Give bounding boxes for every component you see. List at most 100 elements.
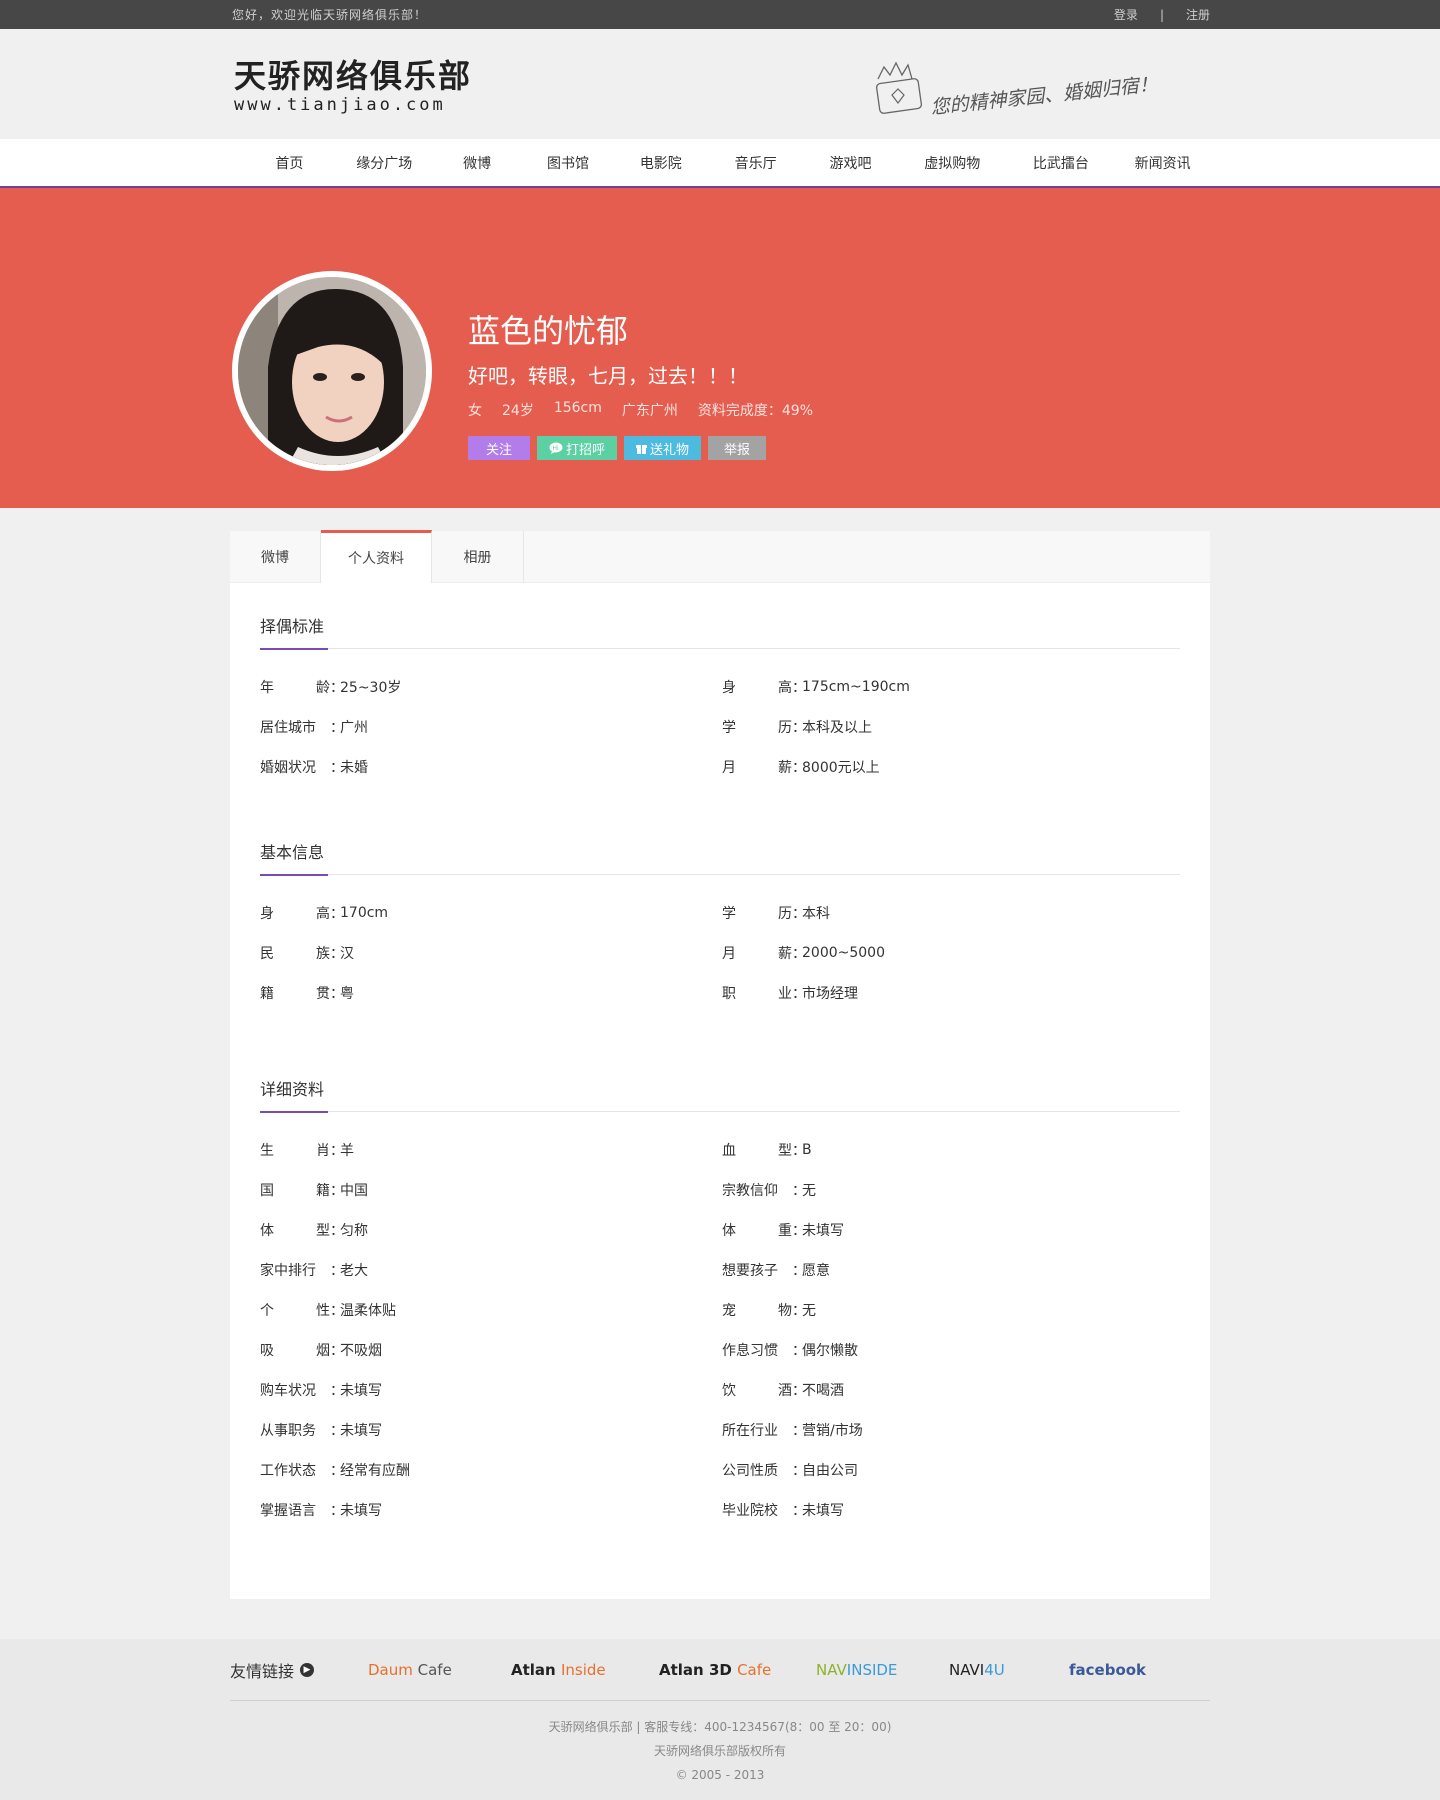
greet-button[interactable]: Hi 打招呼: [537, 436, 618, 460]
info-key-char: 高: [778, 680, 792, 696]
nav-item[interactable]: 音乐厅: [708, 153, 803, 173]
info-colon: ：: [330, 1263, 344, 1279]
info-colon: ：: [792, 760, 806, 776]
info-value: 营销/市场: [802, 1423, 863, 1439]
info-row: 宗教信仰 ：无: [722, 1170, 1122, 1210]
info-colon: ：: [792, 1503, 806, 1519]
auth-links: 登录 | 注册: [1114, 6, 1210, 23]
register-link[interactable]: 注册: [1186, 6, 1210, 23]
info-colon: ：: [330, 1383, 344, 1399]
nav-item[interactable]: 比武擂台: [1007, 153, 1116, 173]
site-header: 天骄网络俱乐部 www.tianjiao.com 您的精神家园、婚姻归宿！: [0, 29, 1440, 139]
info-row: 个性：温柔体贴: [260, 1290, 722, 1330]
partner-logo-accent: INSIDE: [846, 1660, 898, 1679]
profile-tabs: 微博 个人资料 相册: [230, 530, 1210, 583]
partner-logo-main: NAV: [816, 1660, 847, 1679]
info-key-char: 饮: [722, 1383, 736, 1399]
info-colon: ：: [792, 986, 806, 1002]
partner-logo-main: NAVI: [949, 1660, 985, 1679]
info-row: 宠物：无: [722, 1290, 1122, 1330]
info-key-char: 民: [260, 946, 274, 962]
info-value: 175cm~190cm: [802, 679, 910, 695]
partner-logo[interactable]: NAVI4U: [949, 1661, 1069, 1679]
info-key-char: 历: [778, 906, 792, 922]
partner-logo[interactable]: NAVINSIDE: [816, 1661, 949, 1679]
info-value: 愿意: [802, 1263, 830, 1279]
info-key-char: 生: [260, 1143, 274, 1159]
info-section: 详细资料生肖：羊血型： B 国籍：中国 宗教信仰：无体型：匀称体重：未填写 家中排行：老…: [230, 1046, 1210, 1530]
partner-logo[interactable]: Daum Cafe: [368, 1661, 511, 1679]
nav-item[interactable]: 微博: [432, 153, 523, 173]
location: 广东广州: [621, 403, 678, 419]
logo-url: www.tianjiao.com: [234, 95, 446, 115]
info-colon: ：: [330, 1183, 344, 1199]
partner-logo[interactable]: Atlan Inside: [511, 1661, 659, 1679]
info-colon: ：: [330, 1503, 344, 1519]
info-key-text: 所在行业: [722, 1423, 778, 1439]
nav-item[interactable]: 电影院: [613, 153, 708, 173]
report-label: 举报: [724, 442, 751, 458]
follow-button[interactable]: 关注: [468, 436, 531, 460]
tab-album[interactable]: 相册: [432, 531, 524, 583]
nickname: 蓝色的忧郁: [468, 312, 629, 350]
partner-logo[interactable]: facebook: [1069, 1661, 1169, 1679]
slogan-text: 您的精神家园、婚姻归宿！: [929, 73, 1159, 119]
info-row: 年龄： 25~30岁: [260, 667, 722, 707]
nav-item[interactable]: 游戏吧: [803, 153, 898, 173]
info-row: 血型： B: [722, 1130, 1122, 1170]
info-row: 工作状态 ：经常有应酬: [260, 1450, 722, 1490]
tab-weibo[interactable]: 微博: [230, 531, 321, 583]
nav-item[interactable]: 虚拟购物: [898, 153, 1007, 173]
info-value: 老大: [340, 1263, 368, 1279]
report-button[interactable]: 举报: [708, 436, 767, 460]
tab-profile[interactable]: 个人资料: [321, 530, 432, 583]
info-key: 体型: [260, 1220, 330, 1240]
info-colon: ：: [792, 1143, 806, 1159]
section-header: 基本信息: [260, 809, 1180, 876]
info-colon: ：: [792, 1463, 806, 1479]
info-row: 身高： 170cm: [260, 893, 722, 933]
info-row: 家中排行 ：老大: [260, 1250, 722, 1290]
avatar[interactable]: [232, 271, 432, 471]
section-title: 择偶标准: [260, 617, 325, 636]
partner-logo-accent: Inside: [560, 1660, 606, 1679]
info-key: 毕业院校: [722, 1500, 792, 1520]
info-value: 2000~5000: [802, 945, 885, 961]
info-key-text: 想要孩子: [722, 1263, 778, 1279]
footer-contact: 天骄网络俱乐部 | 客服专线：400-1234567(8：00 至 20：00): [548, 1720, 892, 1734]
info-colon: ：: [792, 720, 806, 736]
info-value: 未填写: [802, 1223, 844, 1239]
info-key-char: 月: [722, 760, 736, 776]
info-value: 无: [802, 1183, 816, 1199]
nav-item[interactable]: 首页: [242, 153, 337, 173]
info-key-char: 酒: [778, 1383, 792, 1399]
info-colon: ：: [330, 1143, 344, 1159]
nav-item[interactable]: 图书馆: [523, 153, 614, 173]
info-colon: ：: [792, 680, 806, 696]
info-colon: ：: [330, 1423, 344, 1439]
gender: 女: [468, 403, 482, 419]
info-row: 民族：汉: [260, 933, 722, 973]
info-grid: 生肖：羊血型： B 国籍：中国 宗教信仰：无体型：匀称体重：未填写 家中排行：老大 想要孩…: [260, 1112, 1180, 1530]
info-row: 从事职务 ：未填写: [260, 1410, 722, 1450]
info-key-char: 型: [316, 1223, 330, 1239]
info-row: 公司性质 ：自由公司: [722, 1450, 1122, 1490]
login-link[interactable]: 登录: [1114, 6, 1138, 23]
partner-logo-main: Daum: [368, 1660, 413, 1679]
partner-logos: Daum Cafe Atlan Inside Atlan 3D Cafe NAVINS…: [368, 1661, 1169, 1679]
info-key-text: 工作状态: [260, 1463, 316, 1479]
info-grid: 身高： 170cm 学历：本科民族：汉月薪： 2000~5000 籍贯：粤职业：市场经理: [260, 875, 1180, 1013]
info-key-char: 烟: [316, 1343, 330, 1359]
site-logo[interactable]: 天骄网络俱乐部 www.tianjiao.com: [234, 59, 472, 115]
partner-logo-main: Atlan: [511, 1660, 561, 1679]
nav-item[interactable]: 缘分广场: [337, 153, 432, 173]
info-value: 不吸烟: [340, 1343, 382, 1359]
info-colon: ：: [792, 1423, 806, 1439]
info-colon: ：: [330, 986, 344, 1002]
nav-item[interactable]: 新闻资讯: [1115, 153, 1210, 173]
avatar-portrait: [238, 277, 426, 465]
gift-button[interactable]: 送礼物: [624, 436, 702, 460]
partner-logo[interactable]: Atlan 3D Cafe: [659, 1661, 816, 1679]
info-value: 不喝酒: [802, 1383, 844, 1399]
site-footer: 友情链接 ▶ Daum Cafe Atlan Inside Atlan 3D Caf…: [0, 1639, 1440, 1800]
